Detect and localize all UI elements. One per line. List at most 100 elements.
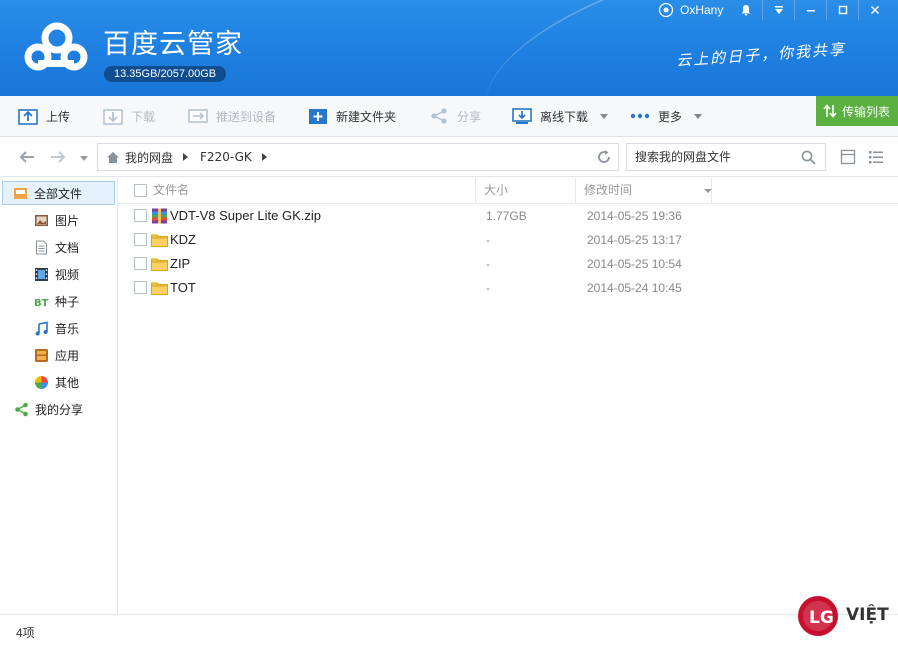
all-files-icon xyxy=(14,187,27,199)
user-avatar-icon xyxy=(658,3,674,17)
sidebar-item-all-files[interactable]: 全部文件 xyxy=(2,181,115,205)
search-box xyxy=(626,143,826,171)
file-modified: 2014-05-24 10:45 xyxy=(587,281,682,295)
table-row[interactable]: KDZ - 2014-05-25 13:17 xyxy=(119,228,898,252)
new-folder-icon xyxy=(309,109,327,124)
bt-icon: BT xyxy=(34,298,49,309)
sidebar-item-other[interactable]: 其他 xyxy=(0,370,79,394)
file-size: - xyxy=(486,257,490,271)
item-count: 4项 xyxy=(16,626,35,640)
close-icon[interactable] xyxy=(858,0,890,20)
watermark-text: VIỆT xyxy=(846,603,889,625)
file-list-header: 文件名 大小 修改时间 xyxy=(119,178,898,204)
file-name: VDT-V8 Super Lite GK.zip xyxy=(170,208,322,223)
refresh-icon[interactable] xyxy=(596,149,612,165)
search-input[interactable] xyxy=(635,150,795,164)
sidebar-item-label: 应用 xyxy=(55,348,80,363)
other-icon xyxy=(35,375,48,389)
more-label: 更多 xyxy=(658,109,683,124)
chevron-down-icon xyxy=(600,113,609,119)
maximize-icon[interactable] xyxy=(826,0,858,20)
sidebar: 全部文件 图片 文档 视频 BT 种子 音乐 应用 其他 我的分享 xyxy=(0,178,118,614)
grid-view-icon[interactable] xyxy=(840,149,856,165)
sidebar-item-documents[interactable]: 文档 xyxy=(0,235,79,259)
username: OxHany xyxy=(680,3,724,17)
column-header-name[interactable]: 文件名 xyxy=(145,178,476,204)
file-modified: 2014-05-25 19:36 xyxy=(587,209,682,223)
column-header-size[interactable]: 大小 xyxy=(476,178,576,204)
user-account[interactable]: OxHany xyxy=(658,3,723,17)
row-checkbox[interactable] xyxy=(134,209,147,222)
sidebar-item-images[interactable]: 图片 xyxy=(0,208,79,232)
download-button[interactable]: 下载 xyxy=(103,96,155,136)
new-folder-label: 新建文件夹 xyxy=(336,109,397,124)
menu-dropdown-icon[interactable] xyxy=(762,0,794,20)
transfer-list-button[interactable]: 传输列表 xyxy=(816,96,898,126)
push-to-device-label: 推送到设备 xyxy=(216,109,277,124)
status-bar: 4项 xyxy=(0,614,898,646)
file-name: ZIP xyxy=(170,256,191,271)
search-icon[interactable] xyxy=(801,150,816,165)
app-icon xyxy=(35,348,48,362)
sidebar-item-label: 全部文件 xyxy=(34,186,83,201)
transfer-arrows-icon xyxy=(823,104,837,118)
share-icon xyxy=(15,402,28,416)
row-checkbox[interactable] xyxy=(134,257,147,270)
download-icon xyxy=(103,109,123,125)
table-row[interactable]: TOT - 2014-05-24 10:45 xyxy=(119,276,898,300)
app-title: 百度云管家 xyxy=(103,29,243,60)
sidebar-item-torrents[interactable]: BT 种子 xyxy=(0,289,79,313)
breadcrumb-separator-icon xyxy=(261,153,267,161)
folder-icon xyxy=(151,258,168,271)
table-row[interactable]: ZIP - 2014-05-25 10:54 xyxy=(119,252,898,276)
sidebar-item-apps[interactable]: 应用 xyxy=(0,343,79,367)
sidebar-item-music[interactable]: 音乐 xyxy=(0,316,79,340)
minimize-icon[interactable] xyxy=(794,0,826,20)
zip-archive-icon xyxy=(152,208,167,224)
video-icon xyxy=(35,267,48,281)
sidebar-item-my-shares[interactable]: 我的分享 xyxy=(0,397,83,421)
offline-download-label: 离线下载 xyxy=(540,109,589,124)
file-size: - xyxy=(486,281,490,295)
download-label: 下载 xyxy=(131,109,156,124)
folder-icon xyxy=(151,234,168,247)
row-checkbox[interactable] xyxy=(134,233,147,246)
share-button[interactable]: 分享 xyxy=(429,96,481,136)
history-dropdown-icon[interactable] xyxy=(80,156,88,161)
push-to-device-button[interactable]: 推送到设备 xyxy=(188,96,276,136)
column-header-modified[interactable]: 修改时间 xyxy=(576,178,712,204)
sort-dropdown-icon[interactable] xyxy=(704,189,712,193)
storage-quota: 13.35GB/2057.00GB xyxy=(104,66,227,82)
table-row[interactable]: VDT-V8 Super Lite GK.zip 1.77GB 2014-05-… xyxy=(119,204,898,228)
window-controls xyxy=(730,0,890,20)
svg-text:BT: BT xyxy=(34,298,49,309)
sidebar-item-label: 视频 xyxy=(55,267,80,282)
more-dots-icon xyxy=(630,113,650,119)
image-icon xyxy=(35,214,48,226)
upload-button[interactable]: 上传 xyxy=(18,96,70,136)
list-view-icon[interactable] xyxy=(868,149,884,165)
toolbar: 上传 下载 推送到设备 新建文件夹 分享 离线下载 更多 xyxy=(0,96,898,137)
sidebar-item-label: 音乐 xyxy=(55,321,80,336)
file-name: TOT xyxy=(170,280,196,295)
sidebar-item-label: 文档 xyxy=(55,240,80,255)
home-icon[interactable] xyxy=(106,151,120,164)
back-arrow-icon[interactable] xyxy=(18,149,36,165)
sidebar-item-label: 我的分享 xyxy=(35,402,84,417)
more-button[interactable]: 更多 xyxy=(630,96,703,136)
forward-arrow-icon[interactable] xyxy=(49,149,67,165)
offline-download-button[interactable]: 离线下载 xyxy=(512,96,609,136)
baidu-cloud-logo-icon xyxy=(24,22,88,71)
file-name: KDZ xyxy=(170,232,196,247)
upload-icon xyxy=(18,109,38,125)
breadcrumb-current[interactable]: F220-GK xyxy=(200,150,252,164)
notification-bell-icon[interactable] xyxy=(730,0,762,20)
lg-viet-watermark-logo: LG VIỆT xyxy=(798,596,889,636)
upload-label: 上传 xyxy=(46,109,71,124)
new-folder-button[interactable]: 新建文件夹 xyxy=(308,96,396,136)
breadcrumb-root[interactable]: 我的网盘 xyxy=(125,149,173,166)
row-checkbox[interactable] xyxy=(134,281,147,294)
file-modified: 2014-05-25 10:54 xyxy=(587,257,682,271)
file-size: - xyxy=(486,233,490,247)
sidebar-item-videos[interactable]: 视频 xyxy=(0,262,79,286)
